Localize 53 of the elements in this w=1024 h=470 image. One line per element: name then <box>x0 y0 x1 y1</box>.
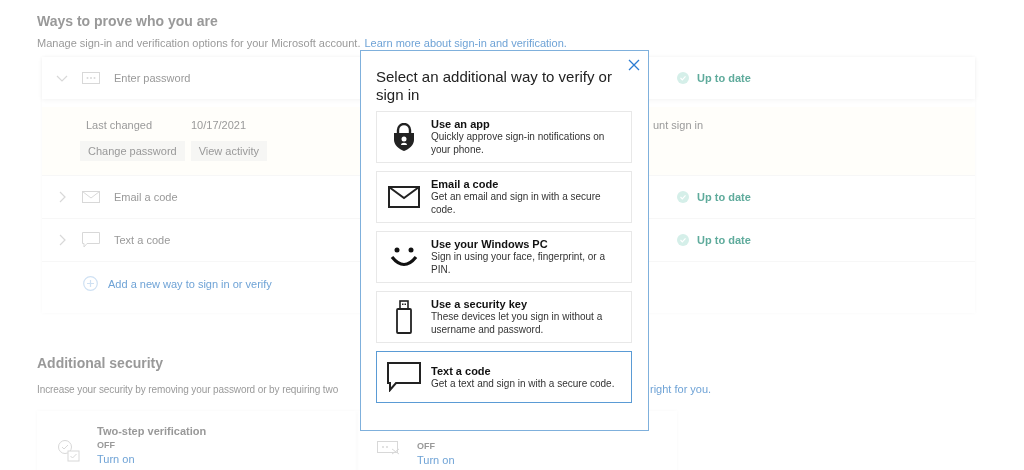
password-icon <box>82 72 100 84</box>
turn-on-link[interactable]: Turn on <box>417 454 455 466</box>
method-label: Email a code <box>114 191 178 203</box>
option-title: Use your Windows PC <box>431 238 549 250</box>
check-circle-icon <box>677 191 689 203</box>
status-text: Up to date <box>697 234 751 246</box>
detail-value: 10/17/2021 <box>191 119 247 131</box>
option-title: Use a security key <box>431 298 528 310</box>
add-circle-icon[interactable] <box>83 276 98 291</box>
close-icon[interactable] <box>628 59 640 71</box>
option-card[interactable]: Use a security key These devices let you sign in without a username and password. <box>376 291 632 343</box>
speech-bubble-icon <box>387 362 421 392</box>
option-card[interactable]: Use an app Quickly approve sign-in notifications on your phone. <box>376 111 632 163</box>
learn-more-link[interactable]: Learn more about sign-in and verification. <box>364 37 567 49</box>
card-status: OFF <box>97 440 116 450</box>
dialog-title: Select an additional way to verify or sign in <box>376 68 613 104</box>
card-status: OFF <box>417 441 436 451</box>
section-title: Ways to prove who you are <box>37 13 219 29</box>
detail-label: Last changed <box>86 119 154 131</box>
detail-button[interactable]: View activity <box>190 141 267 161</box>
envelope-icon <box>82 191 100 203</box>
option-card[interactable]: Text a code Get a text and sign in with a secure code. <box>376 351 632 403</box>
method-label: Enter password <box>114 72 191 84</box>
section-description: Increase your security by removing your password or by requiring two <box>37 384 339 395</box>
envelope-icon <box>388 186 420 208</box>
option-title: Use an app <box>431 118 491 130</box>
check-circle-icon <box>677 72 689 84</box>
option-description: These devices let you sign in without a username and password. <box>431 310 604 336</box>
method-label: Text a code <box>114 234 171 246</box>
add-method-link[interactable]: Add a new way to sign in or verify <box>108 277 272 290</box>
smiley-icon <box>390 246 418 268</box>
option-description: Quickly approve sign-in notifications on your phone. <box>431 130 606 156</box>
turn-on-link[interactable]: Turn on <box>97 453 207 465</box>
usb-key-icon <box>395 300 413 334</box>
two-step-icon <box>57 439 81 463</box>
description-link[interactable]: right for you. <box>650 383 712 395</box>
speech-bubble-icon <box>82 232 100 248</box>
option-description: Get a text and sign in with a secure code. <box>431 376 615 390</box>
password-off-icon <box>377 439 401 455</box>
option-title: Text a code <box>431 364 492 377</box>
option-card[interactable]: Use your Windows PC Sign in using your face, fingerprint, or a PIN. <box>376 231 632 283</box>
check-circle-icon <box>677 234 689 246</box>
option-description: Sign in using your face, fingerprint, or a PIN. <box>431 250 606 276</box>
lock-shield-icon <box>393 123 415 151</box>
option-title: Email a code <box>431 178 500 190</box>
section-description: Manage sign-in and verification options for your Microsoft account. <box>37 37 361 49</box>
status-text: Up to date <box>697 72 751 84</box>
option-description: Get an email and sign in with a secure code. <box>431 190 602 216</box>
status-text: Up to date <box>697 191 751 203</box>
option-card[interactable]: Email a code Get an email and sign in with a secure code. <box>376 171 632 223</box>
card-title: Two-step verification <box>97 425 207 437</box>
detail-note: unt sign in <box>653 119 704 131</box>
detail-button[interactable]: Change password <box>80 141 185 161</box>
